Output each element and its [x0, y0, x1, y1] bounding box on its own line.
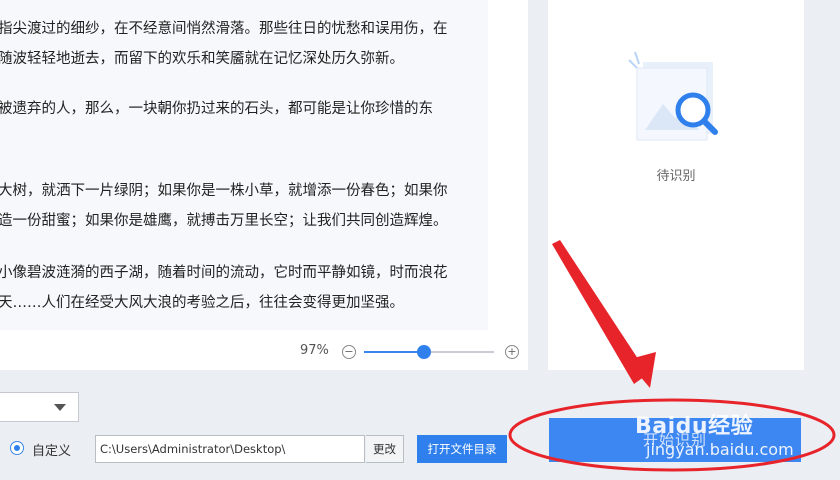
- custom-path-radio[interactable]: [10, 441, 24, 455]
- document-line: 指尖渡过的细纱，在不经意间悄然滑落。那些往日的忧愁和误用伤，在: [0, 21, 448, 37]
- watermark-logo: Baidu经验: [635, 414, 754, 439]
- document-line: 小像碧波涟漪的西子湖，随着时间的流动，它时而平静如镜，时而浪花: [0, 265, 448, 281]
- document-page: 指尖渡过的细纱，在不经意间悄然滑落。那些往日的忧愁和误用伤，在 随波轻轻地逝去，…: [0, 0, 488, 330]
- output-path-input[interactable]: [95, 435, 365, 463]
- document-line: 随波轻轻地逝去，而留下的欢乐和笑靥就在记忆深处历久弥新。: [0, 51, 404, 67]
- document-line: 造一份甜蜜；如果你是雄鹰，就搏击万里长空；让我们共同创造辉煌。: [0, 213, 448, 229]
- document-line: 天……人们在经受大风大浪的考验之后，往往会变得更加坚强。: [0, 295, 404, 311]
- custom-path-label: 自定义: [32, 444, 72, 459]
- zoom-percent: 97%: [300, 343, 329, 358]
- zoom-out-icon[interactable]: −: [342, 345, 356, 359]
- format-dropdown[interactable]: [0, 392, 79, 422]
- document-line: 大树，就洒下一片绿阴；如果你是一株小草，就增添一份春色；如果你: [0, 183, 448, 199]
- image-search-icon: [628, 51, 718, 141]
- zoom-in-icon[interactable]: +: [505, 345, 519, 359]
- zoom-control: 97% − +: [300, 342, 530, 362]
- zoom-slider-thumb[interactable]: [417, 345, 431, 359]
- placeholder-label: 待识别: [656, 169, 696, 184]
- watermark-url: jingyan.baidu.com: [646, 440, 794, 459]
- document-line: 被遗弃的人，那么，一块朝你扔过来的石头，都可能是让你珍惜的东: [0, 101, 433, 117]
- open-folder-button[interactable]: 打开文件目录: [417, 435, 507, 463]
- zoom-slider-fill: [364, 351, 424, 353]
- document-preview-panel: 指尖渡过的细纱，在不经意间悄然滑落。那些往日的忧愁和误用伤，在 随波轻轻地逝去，…: [0, 0, 528, 370]
- radio-selected-dot: [14, 445, 20, 451]
- change-path-button[interactable]: 更改: [366, 435, 404, 463]
- chevron-down-icon: [54, 404, 66, 411]
- result-panel: 待识别: [548, 0, 804, 370]
